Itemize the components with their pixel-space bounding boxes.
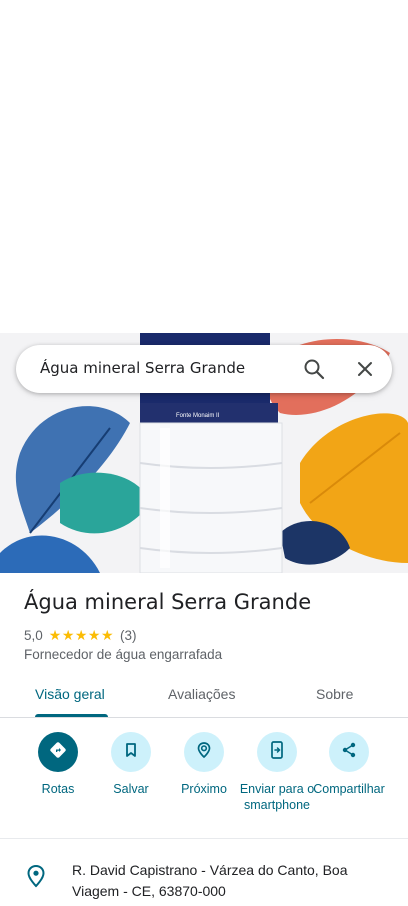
section-divider [0,838,408,839]
search-input[interactable]: Água mineral Serra Grande [40,359,245,377]
share-label: Compartilhar [313,782,385,796]
tab-reviews[interactable]: Avaliações [168,686,235,702]
nearby-icon [194,740,214,765]
action-buttons: Rotas Salvar Próximo Enviar para o smart… [0,732,408,832]
review-count[interactable]: (3) [120,628,137,643]
bookmark-icon [122,741,140,764]
tab-bar: Visão geral Avaliações Sobre [0,676,408,718]
send-to-phone-icon [268,740,286,765]
tab-overview[interactable]: Visão geral [35,686,105,702]
star-rating-icon: ★★★★★ [48,626,115,643]
directions-label: Rotas [41,782,75,796]
nearby-label: Próximo [181,782,227,796]
rating-row[interactable]: 5,0 ★★★★★ (3) [24,626,137,644]
search-bar[interactable]: Água mineral Serra Grande [16,345,392,393]
save-label: Salvar [113,782,149,796]
send-to-phone-label: Enviar para o smartphone [239,782,315,812]
place-title: Água mineral Serra Grande [24,590,312,614]
rating-value: 5,0 [24,627,43,643]
close-icon[interactable] [353,357,377,381]
place-category[interactable]: Fornecedor de água engarrafada [24,647,222,662]
map-area-blank [0,0,408,333]
address-text[interactable]: R. David Capistrano - Várzea do Canto, B… [72,860,382,902]
nearby-button[interactable]: Próximo [164,732,244,797]
tab-about[interactable]: Sobre [316,686,353,702]
search-icon[interactable] [302,357,326,381]
save-button[interactable]: Salvar [91,732,171,797]
directions-icon [48,740,68,765]
share-icon [340,741,358,764]
share-button[interactable]: Compartilhar [309,732,389,797]
active-tab-indicator [35,714,108,717]
directions-button[interactable]: Rotas [18,732,98,797]
bottle-label: Fonte Monaim II [176,413,220,419]
location-pin-icon [26,864,46,888]
send-to-phone-button[interactable]: Enviar para o smartphone [237,732,317,813]
